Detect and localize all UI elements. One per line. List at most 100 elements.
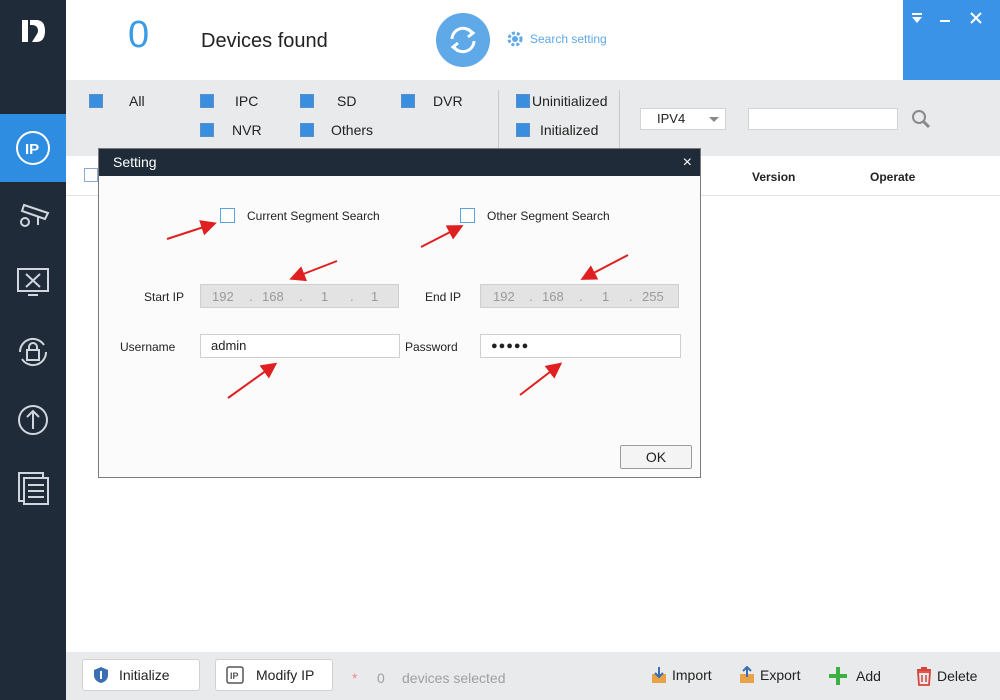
setting-dialog: Setting × Current Segment Search Other S…	[98, 148, 701, 478]
checkbox[interactable]	[401, 94, 415, 108]
checkbox[interactable]	[460, 208, 475, 223]
filter-others-label: Others	[331, 122, 374, 138]
checkbox[interactable]	[89, 94, 103, 108]
export-label: Export	[760, 667, 801, 683]
initialize-button[interactable]: Initialize	[82, 659, 200, 691]
document-list-icon	[18, 472, 49, 505]
checkbox[interactable]	[300, 94, 314, 108]
delete-button[interactable]: Delete	[915, 666, 977, 686]
ip-octet: 255	[642, 289, 664, 304]
start-ip-field[interactable]: 192 . 168 . 1 . 1	[200, 284, 399, 308]
gear-icon	[507, 31, 523, 47]
ip-version-select[interactable]: IPV4	[640, 108, 726, 130]
search-setting-label: Search setting	[530, 32, 607, 46]
filter-dvr[interactable]: DVR	[401, 93, 463, 109]
filter-initialized-label: Initialized	[540, 122, 599, 138]
ip-octet: 1	[321, 289, 329, 304]
filter-all[interactable]: All	[89, 93, 145, 109]
column-operate: Operate	[870, 170, 916, 184]
other-segment-label: Other Segment Search	[487, 208, 610, 223]
dialog-title: Setting	[99, 149, 700, 176]
selected-count: 0	[377, 670, 385, 686]
import-icon	[652, 667, 666, 683]
upgrade-icon	[18, 405, 48, 435]
filter-nvr[interactable]: NVR	[200, 122, 262, 138]
start-ip-label: Start IP	[144, 290, 185, 304]
chevron-down-icon	[709, 117, 719, 122]
ip-octet: 192	[212, 289, 234, 304]
search-input[interactable]	[748, 108, 898, 130]
checkbox[interactable]	[300, 123, 314, 137]
other-segment-option[interactable]: Other Segment Search	[460, 208, 610, 223]
refresh-icon	[450, 26, 476, 54]
devices-count: 0	[128, 14, 150, 56]
filter-ipc-label: IPC	[235, 93, 259, 109]
checkbox[interactable]	[200, 123, 214, 137]
ip-edit-icon: IP	[226, 666, 244, 684]
svg-text:IP: IP	[25, 141, 39, 158]
end-ip-field[interactable]: 192 . 168 . 1 . 255	[480, 284, 679, 308]
close-icon[interactable]	[965, 7, 987, 29]
ip-icon: IP	[16, 131, 50, 165]
window-controls	[903, 0, 1000, 80]
filter-others[interactable]: Others	[300, 122, 373, 138]
search-icon[interactable]	[910, 108, 932, 133]
ip-octet: 1	[602, 289, 610, 304]
end-ip-label: End IP	[425, 290, 462, 304]
sidebar-item-list[interactable]	[0, 454, 66, 522]
checkbox[interactable]	[200, 94, 214, 108]
shield-icon	[94, 667, 108, 683]
sidebar-item-tools[interactable]	[0, 248, 66, 316]
export-icon	[740, 666, 754, 683]
username-field[interactable]: admin	[200, 334, 400, 358]
tools-icon	[17, 268, 49, 296]
filter-all-label: All	[129, 93, 145, 109]
filter-dvr-label: DVR	[433, 93, 463, 109]
export-button[interactable]: Export	[738, 666, 800, 684]
filter-divider	[498, 90, 499, 150]
current-segment-option[interactable]: Current Segment Search	[220, 208, 380, 223]
selected-text: devices selected	[402, 670, 506, 686]
current-segment-label: Current Segment Search	[247, 208, 380, 223]
sidebar-item-device-config[interactable]	[0, 180, 66, 248]
filter-ipc[interactable]: IPC	[200, 93, 258, 109]
modify-ip-button[interactable]: IP Modify IP	[215, 659, 333, 691]
ip-octet: 168	[262, 289, 284, 304]
trash-icon	[917, 667, 931, 686]
refresh-button[interactable]	[436, 13, 490, 67]
filter-divider	[619, 90, 620, 150]
ip-version-value: IPV4	[657, 111, 686, 126]
modify-ip-label: Modify IP	[256, 667, 315, 683]
password-field[interactable]: ●●●●●	[480, 334, 681, 358]
add-label: Add	[856, 668, 881, 684]
ip-octet: 192	[493, 289, 515, 304]
search-setting-link[interactable]: Search setting	[506, 30, 607, 48]
minimize-icon[interactable]	[934, 7, 956, 29]
dropdown-menu-icon[interactable]	[906, 7, 928, 29]
filter-uninitialized[interactable]: Uninitialized	[516, 93, 607, 109]
import-button[interactable]: Import	[650, 666, 712, 684]
column-version: Version	[752, 170, 796, 184]
filter-sd[interactable]: SD	[300, 93, 356, 109]
sidebar-item-upgrade[interactable]	[0, 386, 66, 454]
dialog-close-icon[interactable]: ×	[683, 149, 692, 176]
sidebar-item-security[interactable]	[0, 318, 66, 386]
checkbox[interactable]	[516, 123, 530, 137]
camera-gear-icon	[20, 203, 50, 227]
add-button[interactable]: Add	[828, 666, 881, 686]
initialize-label: Initialize	[119, 667, 170, 683]
sidebar-item-ip-search[interactable]: IP	[0, 114, 66, 182]
checkbox[interactable]	[220, 208, 235, 223]
filter-initialized[interactable]: Initialized	[516, 122, 598, 138]
filter-nvr-label: NVR	[232, 122, 262, 138]
selected-star: *	[352, 670, 358, 686]
svg-text:IP: IP	[230, 671, 239, 681]
filter-uninitialized-label: Uninitialized	[532, 93, 608, 109]
ip-octet: 168	[542, 289, 564, 304]
password-label: Password	[405, 340, 458, 354]
import-label: Import	[672, 667, 712, 683]
checkbox[interactable]	[516, 94, 530, 108]
select-all-checkbox[interactable]	[84, 168, 98, 182]
plus-icon	[829, 667, 847, 685]
ok-button[interactable]: OK	[620, 445, 692, 469]
